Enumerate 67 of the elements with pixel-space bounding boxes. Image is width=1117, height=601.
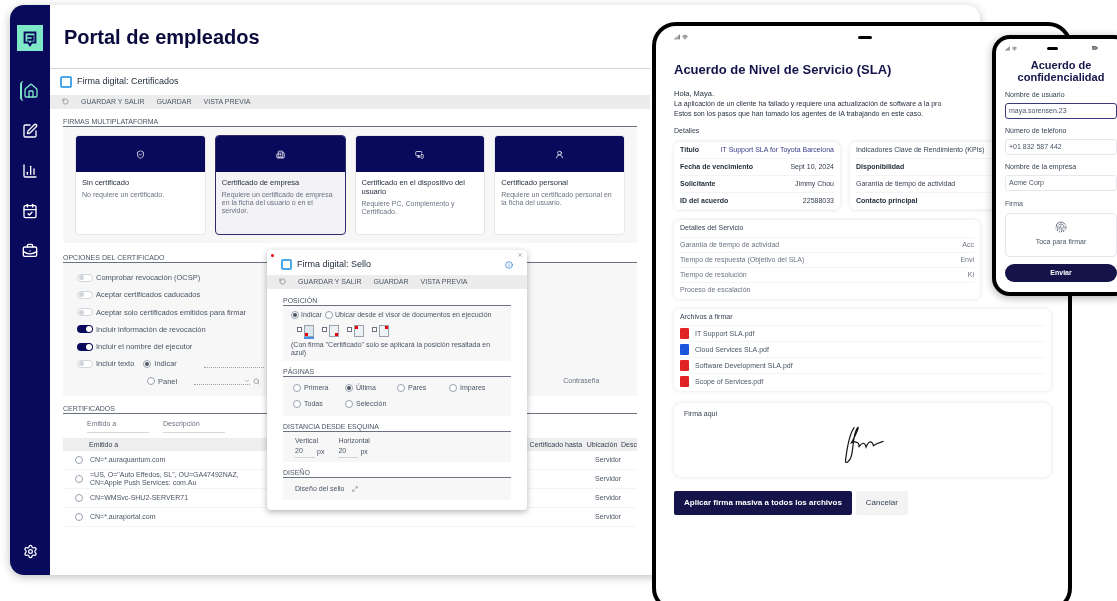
radio-button[interactable] [75,456,83,465]
checkbox[interactable] [372,326,377,332]
page-corner-icon[interactable] [354,324,364,337]
signal-icon [1005,45,1010,51]
cancel-button[interactable]: Cancelar [855,491,908,516]
document-title: Acuerdo de Nivel de Servicio (SLA) [674,61,892,79]
building-icon [275,149,285,159]
radio-button[interactable] [345,383,353,392]
battery-icon [1092,45,1098,51]
radio-button[interactable] [147,377,155,386]
refresh-icon[interactable] [279,278,286,286]
checkbox[interactable] [297,326,302,332]
calendar-icon [22,203,38,219]
wifi-icon [682,34,688,40]
radio-button[interactable] [75,494,83,503]
page-corner-icon[interactable] [329,324,339,337]
logo-icon [17,25,43,51]
toggle-switch[interactable] [77,325,93,334]
search-icon[interactable] [253,377,261,385]
signal-icon [674,34,680,40]
page-title: Portal de empleados [64,24,260,50]
user-icon [555,149,565,159]
shield-icon [135,149,145,159]
toggle-switch[interactable] [77,308,93,317]
radio-button[interactable] [291,311,299,320]
radio-button[interactable] [75,475,83,484]
radio-button[interactable] [449,383,457,392]
fingerprint-icon [1055,221,1067,234]
toggle-switch[interactable] [77,273,93,282]
toggle-switch[interactable] [77,290,93,299]
radio-button[interactable] [143,359,152,368]
radio-button[interactable] [293,400,301,409]
apply-button[interactable]: Aplicar firma masiva a todos los archivos [674,491,852,516]
radio-button[interactable] [75,513,83,522]
edit-icon [22,123,38,139]
device-icon [415,149,425,159]
radio-button[interactable] [293,383,301,392]
window-icon [281,259,292,271]
page-corner-icon[interactable] [304,324,314,337]
camera-notch [858,35,872,39]
wifi-icon [1012,45,1017,51]
refresh-icon[interactable] [62,98,69,106]
form-title: Acuerdo de confidencialidad [1016,59,1106,83]
home-icon [23,83,39,99]
settings-button[interactable] [22,544,38,559]
nav-item[interactable] [20,121,40,141]
expand-icon[interactable] [352,485,359,492]
checkbox[interactable] [322,326,327,332]
chart-icon [22,163,38,179]
briefcase-icon [22,243,38,259]
nav-item[interactable] [20,201,40,221]
toggle-switch[interactable] [77,359,93,368]
toggle-switch[interactable] [77,342,93,351]
window-icon [60,75,72,88]
page-corner-icon[interactable] [379,324,389,337]
window-title: Firma digital: Certificados [77,75,179,88]
radio-button[interactable] [345,400,353,409]
panel-select[interactable] [194,377,251,386]
checkbox[interactable] [347,326,352,332]
camera-notch [1047,46,1058,50]
settings-icon [22,544,38,559]
radio-button[interactable] [325,311,333,320]
radio-button[interactable] [397,383,405,392]
nav-item[interactable] [20,81,40,101]
caret-icon [244,377,251,384]
info-icon[interactable] [505,260,513,269]
close-icon[interactable] [517,252,523,258]
